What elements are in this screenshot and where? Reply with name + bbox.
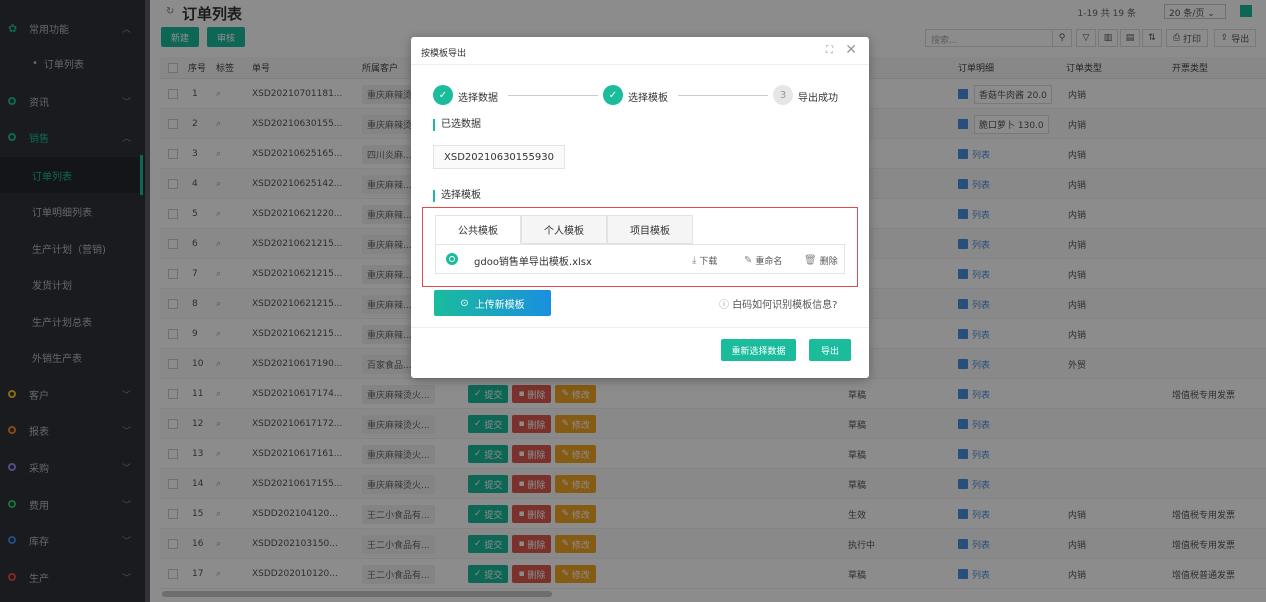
help-label: 白码如何识别模板信息? [732,300,838,311]
step-done-icon: ✓ [433,85,453,105]
dialog-footer-divider [411,327,869,328]
close-icon[interactable]: ✕ [845,42,857,58]
rename-button[interactable]: ✎ 重命名 [744,254,782,267]
template-tabs: 公共模板 个人模板 项目模板 [435,215,693,244]
step-label: 选择数据 [458,93,498,104]
maximize-icon[interactable]: ⛶ [826,45,833,56]
step-connector [508,95,598,96]
tab-project-template[interactable]: 项目模板 [607,215,693,244]
selected-data-tag: XSD20210630155930 [433,145,565,169]
upload-label: 上传新模板 [474,299,525,311]
step-done-icon: ✓ [603,85,623,105]
trash-icon: 🗑 [804,255,817,266]
help-link[interactable]: ⓘ 白码如何识别模板信息? [719,296,838,311]
download-label: 下载 [699,257,718,267]
delete-button[interactable]: 🗑 删除 [804,254,838,267]
reselect-button[interactable]: 重新选择数据 [721,339,796,361]
export-template-dialog: 按模板导出 ⛶ ✕ ✓ 选择数据 ✓ 选择模板 3 导出成功 已选数据 XSD2… [411,37,869,378]
download-button[interactable]: ⤓ 下载 [692,254,717,267]
template-row[interactable]: gdoo销售单导出模板.xlsx ⤓ 下载 ✎ 重命名 🗑 删除 [435,244,845,274]
template-name: gdoo销售单导出模板.xlsx [474,257,592,268]
step-number: 3 [773,85,793,105]
choose-template-heading: 选择模板 [433,190,481,202]
upload-icon: ⊙ [460,297,469,309]
step-label: 选择模板 [628,93,668,104]
delete-label: 删除 [819,257,838,267]
tab-public-template[interactable]: 公共模板 [435,215,521,244]
dialog-title: 按模板导出 [421,49,467,59]
pencil-icon: ✎ [744,255,753,266]
upload-template-button[interactable]: ⊙ 上传新模板 [434,290,551,316]
question-icon: ⓘ [719,300,729,311]
tab-personal-template[interactable]: 个人模板 [521,215,607,244]
step-connector [678,95,768,96]
template-radio[interactable] [446,253,458,265]
dialog-header: 按模板导出 ⛶ ✕ [411,37,869,65]
download-icon: ⤓ [692,255,697,266]
selected-data-heading: 已选数据 [433,119,481,131]
export-confirm-button[interactable]: 导出 [809,339,851,361]
rename-label: 重命名 [755,257,783,267]
step-label: 导出成功 [798,93,838,104]
